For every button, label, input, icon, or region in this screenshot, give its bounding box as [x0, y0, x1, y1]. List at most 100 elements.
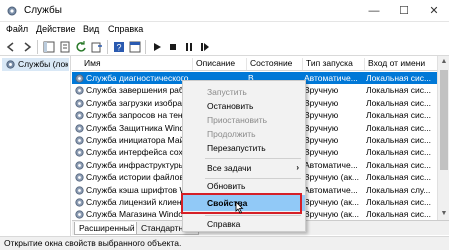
play-icon[interactable]	[150, 40, 164, 54]
column-header-row: Имя Описание Состояние Тип запуска Вход …	[72, 56, 437, 71]
service-gear-icon	[75, 210, 84, 220]
cell-name: Служба завершения рабо...	[86, 85, 190, 96]
scrollbar-thumb[interactable]	[440, 70, 448, 170]
service-gear-icon	[75, 74, 84, 83]
status-bar: Открытие окна свойств выбранного объекта…	[0, 236, 449, 250]
column-header-state[interactable]: Состояние	[246, 58, 302, 70]
menu-item-resume[interactable]: Продолжить	[183, 127, 305, 141]
toolbar-divider	[107, 40, 108, 54]
help-icon[interactable]: ?	[112, 40, 126, 54]
service-gear-icon	[75, 185, 84, 195]
menu-file[interactable]: Файл	[6, 24, 28, 34]
menu-item-stop[interactable]: Остановить	[183, 99, 305, 113]
menu-item-all-tasks[interactable]: Все задачи ›	[183, 161, 305, 175]
cell-name: Служба инфраструктуры ...	[86, 159, 190, 170]
service-gear-icon	[75, 161, 84, 170]
cell-startup: Вручную (ак...	[304, 197, 360, 207]
cell-logon: Локальная сис...	[366, 122, 432, 133]
menu-action[interactable]: Действие	[36, 24, 76, 34]
title-bar: Службы — ☐ ✕	[0, 0, 449, 22]
menu-view[interactable]: Вид	[83, 24, 99, 34]
console-tree-icon[interactable]	[42, 40, 56, 54]
column-header-logon[interactable]: Вход от имени	[364, 58, 437, 70]
column-header-description[interactable]: Описание	[192, 58, 246, 70]
services-gear-icon	[6, 60, 15, 69]
column-header-name[interactable]: Имя	[72, 58, 192, 70]
menu-item-refresh[interactable]: Обновить	[183, 179, 305, 193]
vertical-scrollbar[interactable]: ▲ ▼	[437, 56, 449, 220]
cell-name: Служба Защитника Windo...	[86, 122, 190, 133]
cell-logon: Локальная сис...	[366, 209, 432, 220]
close-button[interactable]: ✕	[419, 0, 449, 22]
cell-startup: Вручную	[304, 135, 339, 145]
restart-icon[interactable]	[198, 40, 212, 54]
menu-item-start[interactable]: Запустить	[183, 85, 305, 99]
cell-name: Служба загрузки изображ...	[86, 97, 190, 108]
svg-text:?: ?	[116, 43, 121, 53]
tab-extended[interactable]: Расширенный	[74, 222, 140, 235]
scroll-down-arrow-icon[interactable]: ▼	[438, 208, 449, 220]
service-gear-icon	[75, 148, 84, 158]
cell-startup: Вручную	[304, 110, 339, 121]
toolbar-divider	[145, 40, 146, 54]
export-list-icon[interactable]	[90, 40, 104, 54]
cell-logon: Локальная сис...	[366, 85, 432, 96]
mmc-window-icon[interactable]	[128, 40, 142, 54]
status-text: Открытие окна свойств выбранного объекта…	[4, 238, 182, 248]
cell-startup: Автоматиче...	[304, 159, 358, 170]
forward-arrow-icon[interactable]	[20, 40, 34, 54]
tree-item-services-local[interactable]: Службы (лок	[2, 58, 69, 71]
service-gear-icon	[75, 136, 84, 145]
cell-name: Служба интерфейса сохра...	[86, 147, 190, 158]
properties-sheet-icon[interactable]	[58, 40, 72, 54]
cell-logon: Локальная сис...	[366, 73, 432, 83]
menu-bar: Файл Действие Вид Справка	[0, 22, 449, 38]
cell-logon: Локальная сис...	[366, 110, 432, 121]
menu-separator	[205, 158, 301, 159]
service-gear-icon	[75, 123, 84, 133]
menu-item-pause[interactable]: Приостановить	[183, 113, 305, 127]
menu-help[interactable]: Справка	[108, 24, 143, 34]
cell-logon: Локальная сис...	[366, 197, 432, 207]
cell-startup: Вручную (ак...	[304, 172, 360, 183]
window-title: Службы	[24, 5, 62, 16]
cell-name: Служба кэша шрифтов Wi...	[86, 184, 190, 195]
cell-logon: Локальная сис...	[366, 135, 432, 145]
menu-item-restart[interactable]: Перезапустить	[183, 141, 305, 155]
maximize-button[interactable]: ☐	[389, 0, 419, 22]
service-gear-icon	[75, 111, 84, 120]
toolbar: ?	[0, 38, 449, 56]
pause-icon[interactable]	[182, 40, 196, 54]
cell-name: Служба истории файлов	[86, 172, 184, 183]
cell-startup: Вручную	[304, 147, 339, 158]
tree-item-label: Службы (лок	[18, 59, 68, 69]
cell-logon: Локальная сис...	[366, 172, 432, 183]
cell-logon: Локальная сис...	[366, 159, 432, 170]
service-gear-icon	[75, 99, 84, 108]
cell-logon: Локальная слу...	[366, 184, 431, 195]
services-gear-icon	[7, 6, 17, 16]
cell-logon: Локальная сис...	[366, 97, 432, 108]
menu-item-help[interactable]: Справка	[183, 217, 305, 231]
service-gear-icon	[75, 86, 84, 96]
cell-name: Служба инициатора Майк...	[86, 135, 190, 145]
cell-name: Служба Магазина Windo...	[86, 209, 190, 220]
toolbar-divider	[37, 40, 38, 54]
console-tree-pane: Службы (лок	[0, 56, 71, 236]
back-arrow-icon[interactable]	[4, 40, 18, 54]
refresh-icon[interactable]	[74, 40, 88, 54]
stop-icon[interactable]	[166, 40, 180, 54]
cell-name: Служба запросов на тене...	[86, 110, 190, 121]
cell-startup: Автоматиче...	[304, 184, 358, 195]
menu-separator	[205, 215, 301, 216]
cell-startup: Вручную	[304, 85, 339, 96]
cell-startup: Вручную (ак...	[304, 209, 360, 220]
submenu-arrow-icon: ›	[296, 163, 299, 172]
minimize-button[interactable]: —	[359, 0, 389, 22]
service-gear-icon	[75, 173, 84, 182]
cell-name: Служба лицензий клиента...	[86, 197, 190, 207]
cell-startup: Автоматиче...	[304, 73, 358, 83]
column-header-startup[interactable]: Тип запуска	[302, 58, 364, 70]
cell-startup: Вручную	[304, 97, 339, 108]
scroll-up-arrow-icon[interactable]: ▲	[438, 56, 449, 68]
